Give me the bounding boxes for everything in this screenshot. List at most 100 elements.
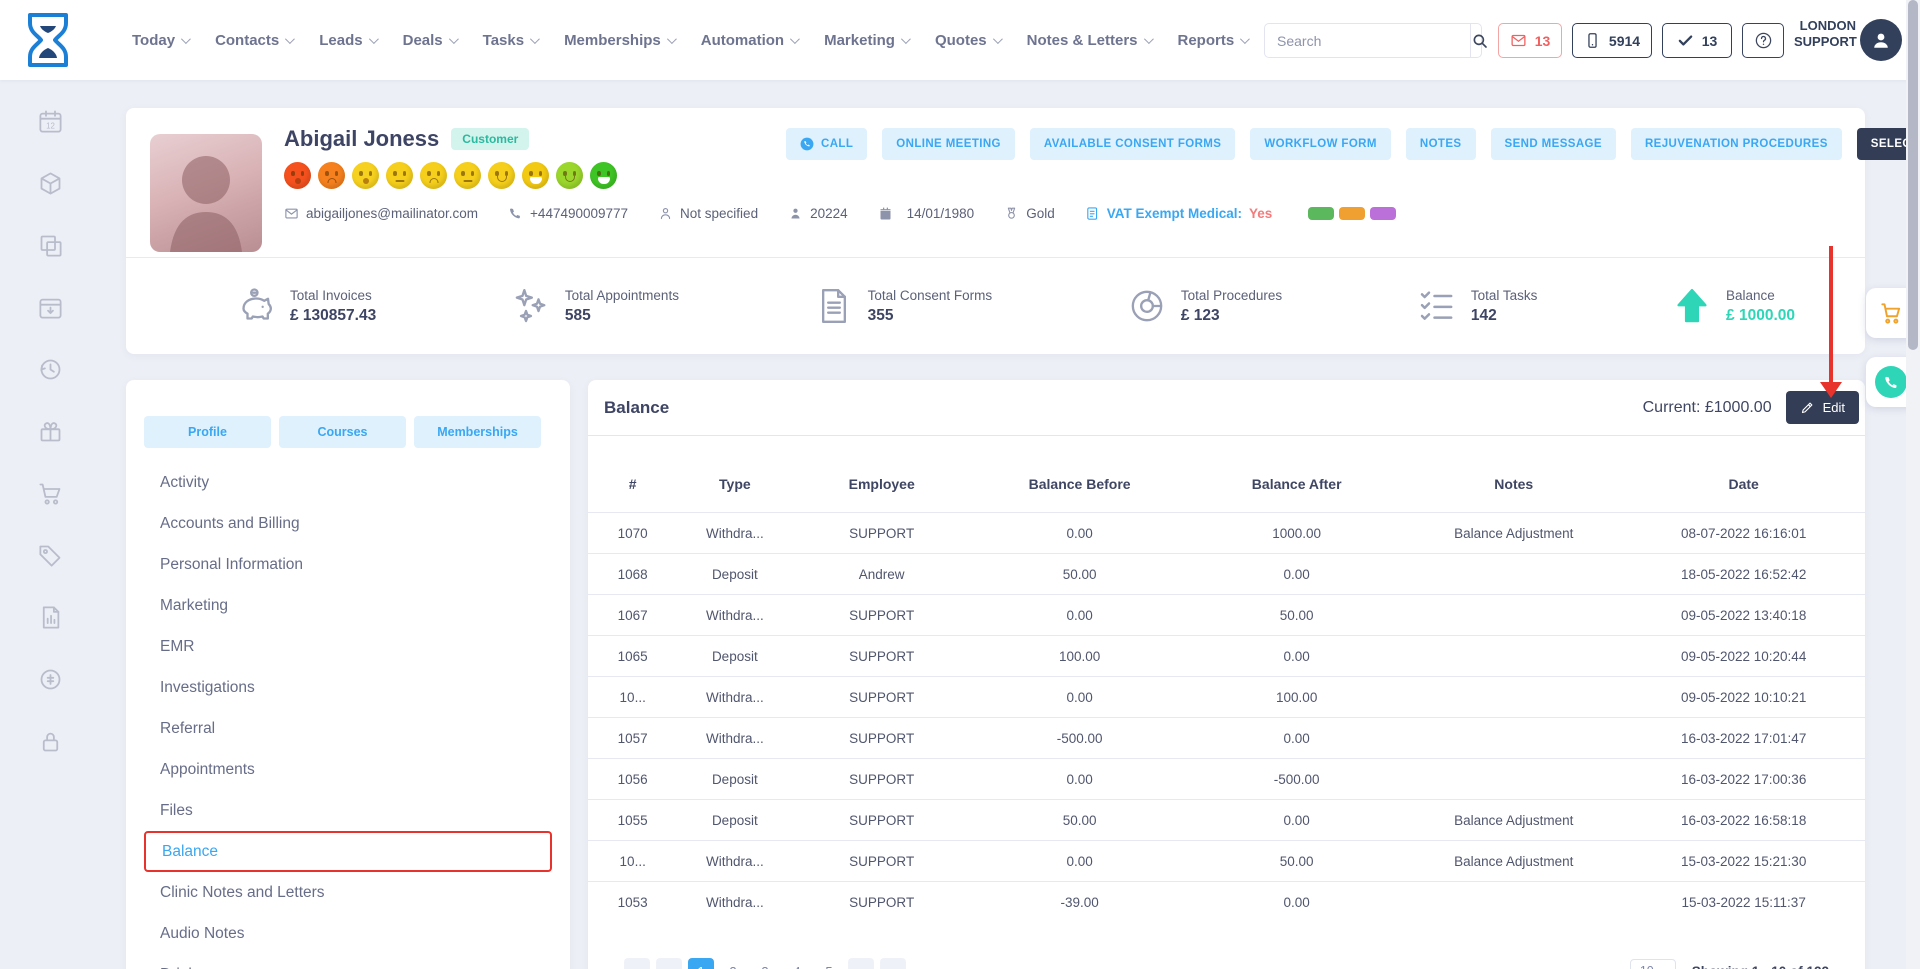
- section-menu-item[interactable]: Accounts and Billing: [126, 503, 570, 544]
- column-header[interactable]: Employee: [792, 462, 971, 513]
- nav-item[interactable]: Tasks: [483, 32, 537, 49]
- mood-emoji-icon[interactable]: [488, 162, 515, 189]
- client-email[interactable]: abigailjones@mailinator.com: [284, 206, 478, 221]
- balance-table-row[interactable]: 1068 Deposit Andrew 50.00 0.00 18-05-202…: [588, 554, 1865, 595]
- balance-table-row[interactable]: 1065 Deposit SUPPORT 100.00 0.00 09-05-2…: [588, 636, 1865, 677]
- nav-item[interactable]: Contacts: [215, 32, 292, 49]
- mood-emoji-icon[interactable]: [454, 162, 481, 189]
- balance-table-row[interactable]: 1067 Withdra... SUPPORT 0.00 50.00 09-05…: [588, 595, 1865, 636]
- nav-item[interactable]: Marketing: [824, 32, 908, 49]
- nav-item[interactable]: Leads: [319, 32, 375, 49]
- balance-table-row[interactable]: 1057 Withdra... SUPPORT -500.00 0.00 16-…: [588, 718, 1865, 759]
- profile-tab[interactable]: Memberships: [414, 416, 541, 448]
- calls-button[interactable]: 5914: [1572, 23, 1652, 58]
- coin-icon[interactable]: [37, 666, 64, 693]
- nav-item[interactable]: Reports: [1178, 32, 1248, 49]
- column-header[interactable]: Balance After: [1188, 462, 1405, 513]
- column-header[interactable]: Balance Before: [971, 462, 1188, 513]
- search-icon[interactable]: [1470, 24, 1489, 57]
- user-avatar-icon[interactable]: [1860, 19, 1902, 61]
- tasks-button[interactable]: 13: [1662, 23, 1732, 58]
- calendar-sync-icon[interactable]: [37, 294, 64, 321]
- color-label-chip[interactable]: [1308, 207, 1334, 220]
- section-menu-item[interactable]: Clinic Notes and Letters: [126, 872, 570, 913]
- section-menu-item[interactable]: Files: [126, 790, 570, 831]
- section-menu-item[interactable]: Investigations: [126, 667, 570, 708]
- page-number-button[interactable]: 2: [720, 958, 746, 969]
- balance-table-row[interactable]: 10... Withdra... SUPPORT 0.00 50.00 Bala…: [588, 841, 1865, 882]
- send-message-button[interactable]: SEND MESSAGE: [1491, 128, 1616, 160]
- page-scrollbar[interactable]: [1906, 0, 1920, 969]
- section-menu-item[interactable]: Marketing: [126, 585, 570, 626]
- page-number-button[interactable]: 4: [784, 958, 810, 969]
- app-logo-hourglass-icon[interactable]: [24, 11, 72, 69]
- profile-tab[interactable]: Profile: [144, 416, 271, 448]
- history-icon[interactable]: [37, 356, 64, 383]
- column-header[interactable]: Date: [1622, 462, 1865, 513]
- copy-icon[interactable]: [37, 232, 64, 259]
- mood-emoji-icon[interactable]: [420, 162, 447, 189]
- gift-icon[interactable]: [37, 418, 64, 445]
- balance-table-row[interactable]: 1056 Deposit SUPPORT 0.00 -500.00 16-03-…: [588, 759, 1865, 800]
- online-meeting-button[interactable]: ONLINE MEETING: [882, 128, 1015, 160]
- mood-emoji-icon[interactable]: [522, 162, 549, 189]
- color-label-chip[interactable]: [1339, 207, 1365, 220]
- page-number-button[interactable]: 5: [816, 958, 842, 969]
- section-menu-item[interactable]: Appointments: [126, 749, 570, 790]
- cart-icon[interactable]: [37, 480, 64, 507]
- section-menu-item[interactable]: Audio Notes: [126, 913, 570, 954]
- mood-emoji-icon[interactable]: [590, 162, 617, 189]
- client-id: 20224: [788, 206, 848, 221]
- section-menu-item[interactable]: Personal Information: [126, 544, 570, 585]
- mood-emoji-icon[interactable]: [556, 162, 583, 189]
- mood-emoji-icon[interactable]: [352, 162, 379, 189]
- section-menu-item[interactable]: Activity: [126, 462, 570, 503]
- edit-balance-button[interactable]: Edit: [1786, 391, 1859, 424]
- page-size-select[interactable]: 10: [1630, 959, 1676, 969]
- rejuvenation-procedures-button[interactable]: REJUVENATION PROCEDURES: [1631, 128, 1842, 160]
- page-number-button[interactable]: 3: [752, 958, 778, 969]
- balance-table-row[interactable]: 1053 Withdra... SUPPORT -39.00 0.00 15-0…: [588, 882, 1865, 923]
- nav-item[interactable]: Automation: [701, 32, 797, 49]
- section-menu-item[interactable]: Drinks: [126, 954, 570, 969]
- first-page-button[interactable]: «: [624, 958, 650, 969]
- package-icon[interactable]: [37, 170, 64, 197]
- scrollbar-thumb[interactable]: [1908, 0, 1918, 350]
- mood-emoji-icon[interactable]: [284, 162, 311, 189]
- notes-button[interactable]: NOTES: [1406, 128, 1476, 160]
- balance-table-row[interactable]: 1055 Deposit SUPPORT 50.00 0.00 Balance …: [588, 800, 1865, 841]
- section-menu-item[interactable]: EMR: [126, 626, 570, 667]
- column-header[interactable]: Notes: [1405, 462, 1622, 513]
- mood-emoji-icon[interactable]: [386, 162, 413, 189]
- help-button[interactable]: [1742, 23, 1784, 58]
- mood-emoji-icon[interactable]: [318, 162, 345, 189]
- nav-item[interactable]: Deals: [403, 32, 456, 49]
- balance-table-row[interactable]: 1070 Withdra... SUPPORT 0.00 1000.00 Bal…: [588, 513, 1865, 554]
- nav-item[interactable]: Memberships: [564, 32, 674, 49]
- balance-table-row[interactable]: 10... Withdra... SUPPORT 0.00 100.00 09-…: [588, 677, 1865, 718]
- workflow-form-button[interactable]: WORKFLOW FORM: [1250, 128, 1391, 160]
- nav-item[interactable]: Today: [132, 32, 188, 49]
- report-icon[interactable]: [37, 604, 64, 631]
- available-consent-forms-button[interactable]: AVAILABLE CONSENT FORMS: [1030, 128, 1235, 160]
- calendar-icon[interactable]: 12: [37, 108, 64, 135]
- client-phone[interactable]: +447490009777: [508, 206, 628, 221]
- column-header[interactable]: Type: [677, 462, 792, 513]
- nav-item[interactable]: Notes & Letters: [1027, 32, 1151, 49]
- next-page-button[interactable]: ›: [848, 958, 874, 969]
- color-label-chip[interactable]: [1370, 207, 1396, 220]
- lock-icon[interactable]: [37, 728, 64, 755]
- prev-page-button[interactable]: ‹: [656, 958, 682, 969]
- profile-tab[interactable]: Courses: [279, 416, 406, 448]
- cell-employee: SUPPORT: [792, 718, 971, 759]
- section-menu-item[interactable]: Balance: [144, 831, 552, 872]
- inbox-mail-button[interactable]: 13: [1498, 23, 1562, 58]
- column-header[interactable]: #: [588, 462, 677, 513]
- last-page-button[interactable]: »: [880, 958, 906, 969]
- nav-item[interactable]: Quotes: [935, 32, 1000, 49]
- price-tag-icon[interactable]: [37, 542, 64, 569]
- section-menu-item[interactable]: Referral: [126, 708, 570, 749]
- search-input[interactable]: [1265, 24, 1470, 57]
- call-button[interactable]: CALL: [786, 128, 867, 160]
- page-number-button[interactable]: 1: [688, 958, 714, 969]
